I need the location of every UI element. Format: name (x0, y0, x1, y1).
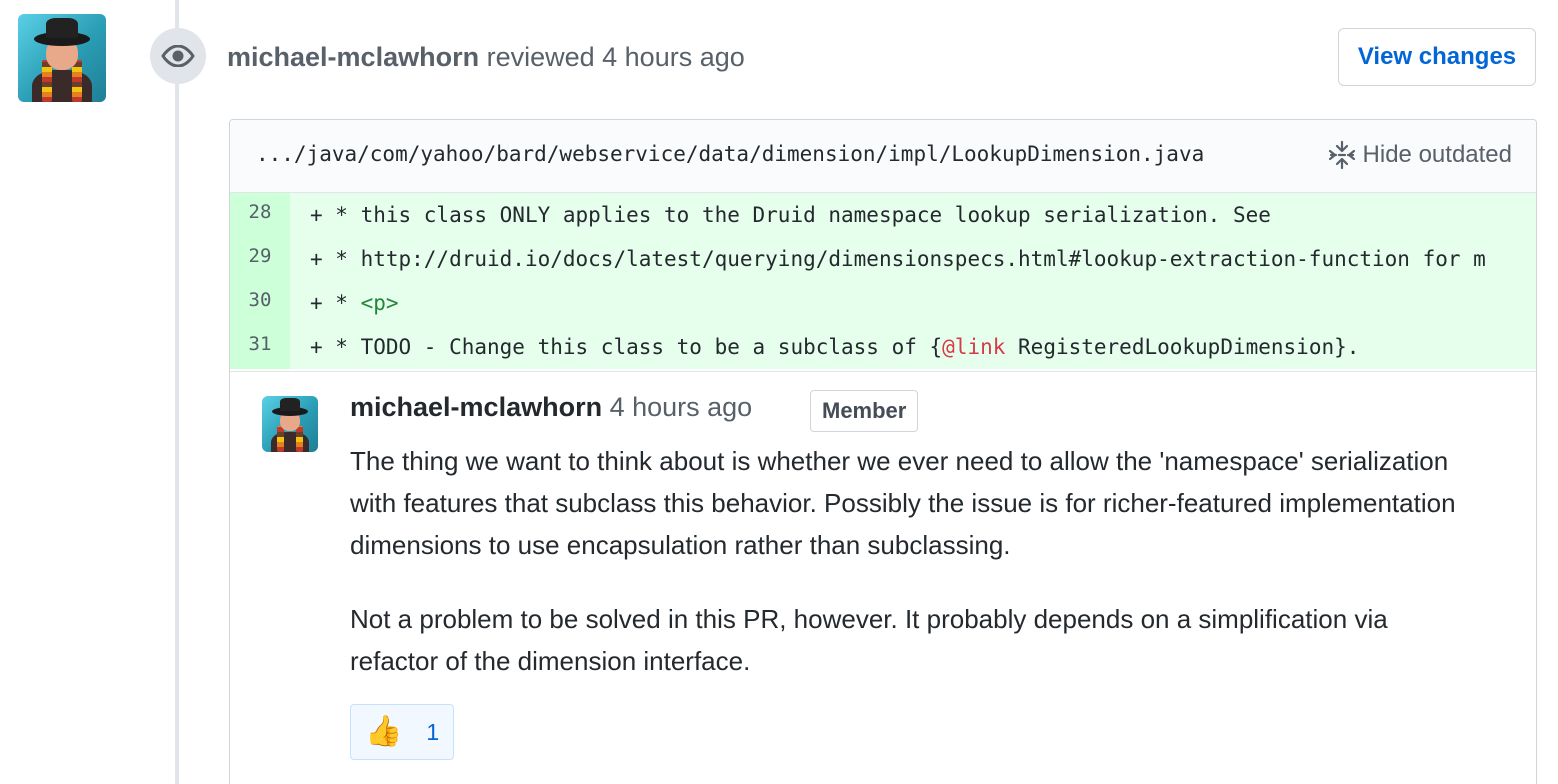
comment-body: The thing we want to think about is whet… (350, 440, 1480, 714)
file-header: .../java/com/yahoo/bard/webservice/data/… (230, 120, 1536, 193)
diff-line: 31 + * TODO - Change this class to be a … (230, 325, 1536, 369)
diff-table: 28 + * this class ONLY applies to the Dr… (230, 193, 1536, 369)
line-number[interactable]: 28 (230, 193, 290, 237)
review-action-text: reviewed (479, 42, 603, 72)
comment-header: michael-mclawhorn 4 hours ago (350, 392, 752, 423)
comment-paragraph: The thing we want to think about is whet… (350, 446, 1456, 560)
comment-author-link[interactable]: michael-mclawhorn (350, 392, 602, 422)
hide-outdated-label: Hide outdated (1362, 141, 1512, 168)
review-time[interactable]: 4 hours ago (602, 42, 745, 72)
member-badge: Member (810, 390, 919, 432)
view-changes-button[interactable]: View changes (1338, 28, 1536, 86)
review-author-link[interactable]: michael-mclawhorn (227, 42, 479, 72)
diff-code: + * http://druid.io/docs/latest/querying… (310, 247, 1486, 271)
diff-separator (230, 371, 1536, 372)
eye-icon (150, 28, 206, 84)
review-header: michael-mclawhorn reviewed 4 hours ago (227, 42, 745, 73)
reviewer-avatar[interactable] (18, 14, 106, 102)
commenter-avatar[interactable] (262, 396, 318, 452)
diff-code: + * this class ONLY applies to the Druid… (310, 203, 1271, 227)
line-number[interactable]: 29 (230, 237, 290, 281)
diff-line: 28 + * this class ONLY applies to the Dr… (230, 193, 1536, 237)
comment-time[interactable]: 4 hours ago (602, 392, 753, 422)
line-number[interactable]: 30 (230, 281, 290, 325)
line-number[interactable]: 31 (230, 325, 290, 369)
reaction-count: 1 (426, 718, 440, 745)
unfold-icon (1327, 140, 1357, 170)
pr-timeline: michael-mclawhorn reviewed 4 hours ago V… (0, 0, 1558, 784)
diff-line: 29 + * http://druid.io/docs/latest/query… (230, 237, 1536, 281)
diff-code: + * TODO - Change this class to be a sub… (310, 335, 1360, 359)
thumbs-up-icon: 👍 (365, 715, 403, 748)
diff-code: + * <p> (310, 291, 399, 315)
file-path-link[interactable]: .../java/com/yahoo/bard/webservice/data/… (256, 142, 1204, 166)
diff-line: 30 + * <p> (230, 281, 1536, 325)
thumbs-up-reaction-button[interactable]: 👍 1 (350, 704, 454, 760)
hide-outdated-button[interactable]: Hide outdated (1327, 140, 1512, 170)
timeline-line (175, 0, 179, 784)
comment-paragraph: Not a problem to be solved in this PR, h… (350, 604, 1388, 676)
